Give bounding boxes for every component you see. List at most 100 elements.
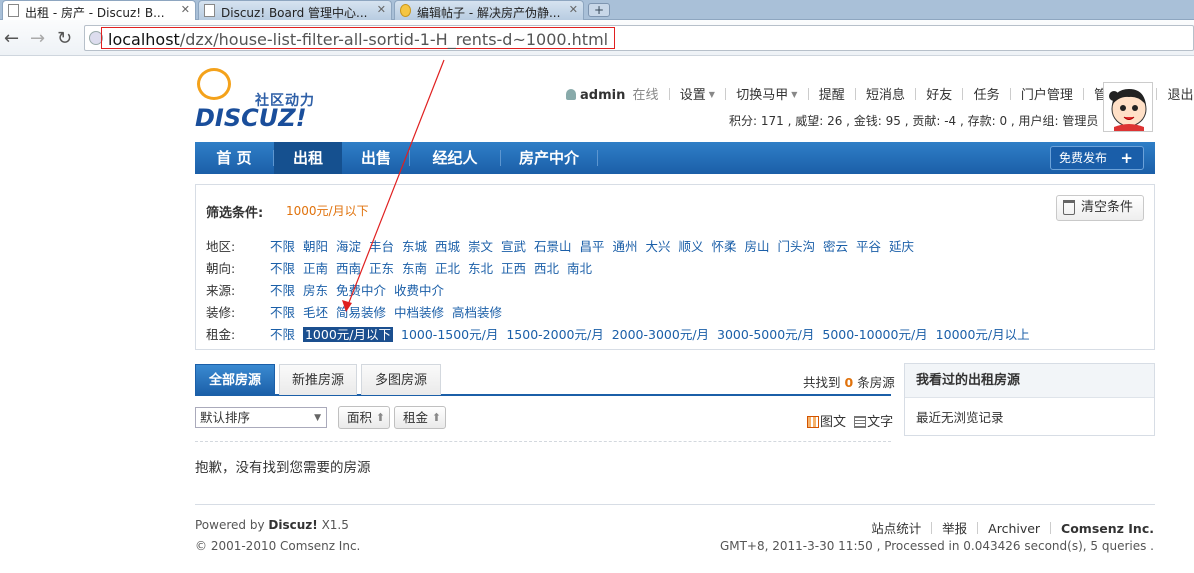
text-view-link[interactable]: 文字 (867, 415, 893, 430)
nav-item-rent[interactable]: 出租 (274, 142, 342, 174)
reload-icon[interactable]: ↻ (57, 28, 72, 49)
clear-filters-button[interactable]: 清空条件 (1056, 195, 1144, 221)
filter-option[interactable]: 高档装修 (452, 305, 502, 320)
sort-area-button[interactable]: 面积 ⬆ (338, 406, 390, 429)
switch-account-link[interactable]: 切换马甲 (736, 88, 788, 103)
filter-option[interactable]: 延庆 (889, 239, 914, 254)
filter-option[interactable]: 简易装修 (336, 305, 386, 320)
portal-admin-link[interactable]: 门户管理 (1021, 88, 1073, 103)
text-view-icon[interactable] (854, 416, 867, 428)
filter-option[interactable]: 1500-2000元/月 (506, 327, 603, 342)
filter-option[interactable]: 西城 (435, 239, 460, 254)
filter-option[interactable]: 西北 (534, 261, 559, 276)
filter-row-source: 来源: 不限 房东 免费中介 收费中介 (206, 280, 448, 298)
filter-option[interactable]: 东北 (468, 261, 493, 276)
filter-option[interactable]: 正西 (501, 261, 526, 276)
online-status: 在线 (632, 88, 659, 103)
filter-option[interactable]: 怀柔 (711, 239, 736, 254)
filter-option[interactable]: 密云 (823, 239, 848, 254)
new-tab-button[interactable]: + (588, 3, 610, 17)
settings-link[interactable]: 设置 (680, 88, 706, 103)
picture-view-link[interactable]: 图文 (820, 415, 846, 430)
tab-all-listings[interactable]: 全部房源 (195, 364, 275, 395)
discuz-link[interactable]: Discuz! (268, 518, 317, 532)
close-icon[interactable]: ✕ (569, 3, 578, 16)
filter-option[interactable]: 正北 (435, 261, 460, 276)
avatar[interactable] (1103, 82, 1153, 132)
browser-tab-3[interactable]: 编辑帖子 - 解决房产伪静... ✕ (394, 0, 584, 20)
filter-option[interactable]: 不限 (270, 327, 295, 342)
friends-link[interactable]: 好友 (926, 88, 952, 103)
nav-item-agent[interactable]: 经纪人 (410, 142, 500, 174)
filter-option[interactable]: 门头沟 (777, 239, 815, 254)
filter-option[interactable]: 海淀 (336, 239, 361, 254)
filter-option[interactable]: 3000-5000元/月 (717, 327, 814, 342)
back-arrow-icon[interactable]: ← (4, 28, 19, 49)
nav-item-home[interactable]: 首 页 (195, 142, 273, 174)
close-icon[interactable]: ✕ (377, 3, 386, 16)
filter-option[interactable]: 不限 (270, 261, 295, 276)
sort-select[interactable]: 默认排序 ▼ (195, 407, 327, 428)
username-link[interactable]: admin (580, 88, 625, 103)
browser-tab-2[interactable]: Discuz! Board 管理中心... ✕ (198, 0, 392, 20)
filter-option[interactable]: 大兴 (645, 239, 670, 254)
filter-option[interactable]: 不限 (270, 305, 295, 320)
filter-option[interactable]: 东南 (402, 261, 427, 276)
filter-option[interactable]: 1000-1500元/月 (401, 327, 498, 342)
filter-option[interactable]: 5000-10000元/月 (822, 327, 927, 342)
nav-item-agency[interactable]: 房产中介 (501, 142, 597, 174)
discuz-bulb-icon (400, 4, 411, 17)
filter-option[interactable]: 房东 (303, 283, 328, 298)
filter-option-selected[interactable]: 1000元/月以下 (302, 327, 394, 342)
address-bar[interactable]: localhost/dzx/house-list-filter-all-sort… (84, 25, 1194, 51)
browser-tab-1[interactable]: 出租 - 房产 - Discuz! B... ✕ (2, 0, 196, 20)
archiver-link[interactable]: Archiver (988, 521, 1040, 536)
filter-option[interactable]: 南北 (567, 261, 592, 276)
filter-option[interactable]: 朝阳 (303, 239, 328, 254)
filter-option[interactable]: 不限 (270, 239, 295, 254)
listing-tabs: 全部房源 新推房源 多图房源 (195, 364, 891, 396)
site-logo[interactable]: 社区动力 DISCUZ! (195, 68, 335, 132)
filter-option[interactable]: 东城 (402, 239, 427, 254)
filter-option[interactable]: 10000元/月以上 (936, 327, 1030, 342)
filter-option[interactable]: 平谷 (856, 239, 881, 254)
divider (1009, 88, 1011, 100)
nav-item-sale[interactable]: 出售 (343, 142, 409, 174)
comsenz-link[interactable]: Comsenz Inc. (1061, 521, 1154, 536)
filter-option[interactable]: 收费中介 (394, 283, 444, 298)
filter-option[interactable]: 宣武 (501, 239, 526, 254)
filter-option[interactable]: 不限 (270, 283, 295, 298)
tasks-link[interactable]: 任务 (974, 88, 1000, 103)
avatar-cartoon-icon (1109, 89, 1147, 131)
current-filter-tag[interactable]: 1000元/月以下 (286, 202, 369, 219)
filter-option[interactable]: 免费中介 (336, 283, 386, 298)
filter-option[interactable]: 房山 (744, 239, 769, 254)
filter-option[interactable]: 丰台 (369, 239, 394, 254)
forward-arrow-icon[interactable]: → (30, 28, 45, 49)
browser-tab-title: 出租 - 房产 - Discuz! B... (25, 6, 165, 20)
report-link[interactable]: 举报 (942, 521, 967, 536)
filter-option[interactable]: 顺义 (678, 239, 703, 254)
filter-option[interactable]: 石景山 (534, 239, 572, 254)
filter-option[interactable]: 正南 (303, 261, 328, 276)
url-host: localhost (108, 30, 180, 49)
site-stats-link[interactable]: 站点统计 (871, 521, 921, 536)
logout-link[interactable]: 退出 (1167, 88, 1193, 103)
filter-option[interactable]: 中档装修 (394, 305, 444, 320)
filter-option[interactable]: 毛坯 (303, 305, 328, 320)
filter-option[interactable]: 通州 (612, 239, 637, 254)
close-icon[interactable]: ✕ (181, 3, 190, 16)
notifications-link[interactable]: 提醒 (819, 88, 845, 103)
filter-option[interactable]: 西南 (336, 261, 361, 276)
filter-option[interactable]: 崇文 (468, 239, 493, 254)
lightbulb-icon (197, 68, 231, 100)
filter-option[interactable]: 昌平 (579, 239, 604, 254)
tab-photo-listings[interactable]: 多图房源 (361, 364, 441, 395)
sort-rent-button[interactable]: 租金 ⬆ (394, 406, 446, 429)
picture-view-icon[interactable] (807, 416, 819, 428)
tab-new-listings[interactable]: 新推房源 (279, 364, 357, 395)
filter-option[interactable]: 2000-3000元/月 (612, 327, 709, 342)
filter-option[interactable]: 正东 (369, 261, 394, 276)
free-publish-button[interactable]: 免费发布 + (1050, 146, 1144, 170)
messages-link[interactable]: 短消息 (866, 88, 905, 103)
